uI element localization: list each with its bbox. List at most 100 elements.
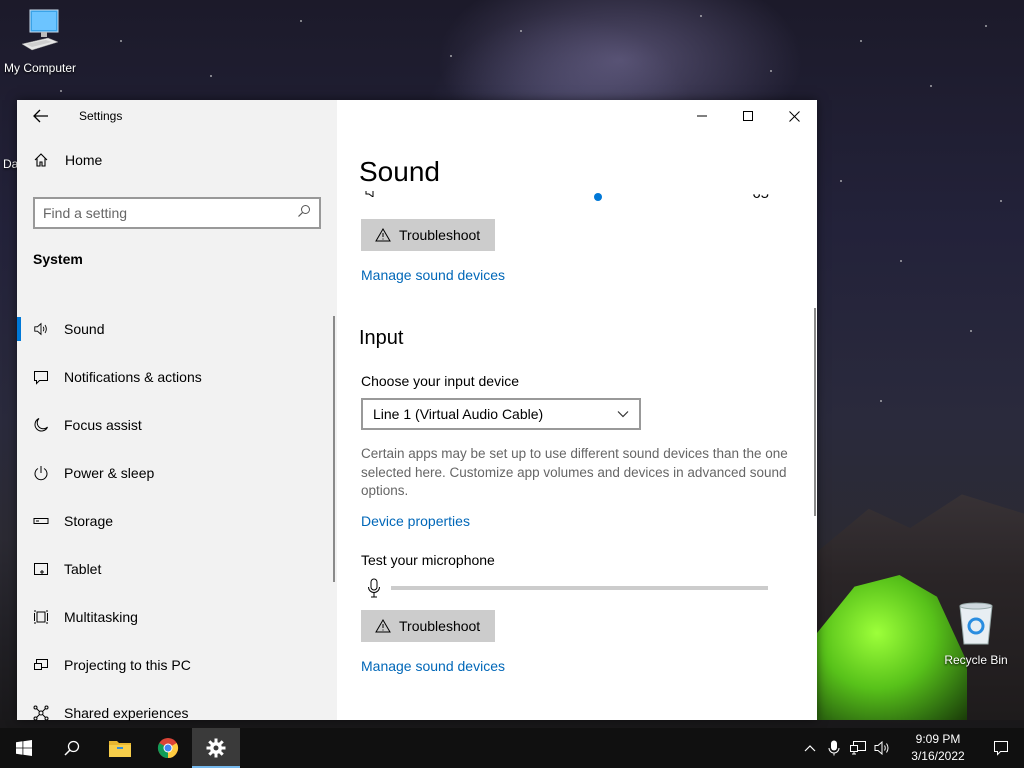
gear-icon [206, 738, 226, 758]
search-icon [64, 740, 80, 756]
sidebar-item-label: Focus assist [64, 417, 142, 433]
maximize-icon [743, 111, 753, 121]
back-arrow-icon [33, 109, 48, 123]
volume-icon [874, 741, 889, 755]
content-scrollbar[interactable] [814, 308, 816, 516]
input-device-value: Line 1 (Virtual Audio Cable) [373, 406, 544, 422]
window-controls [679, 100, 817, 132]
power-icon [33, 465, 49, 481]
input-heading: Input [359, 327, 404, 349]
network-tray-button[interactable] [846, 728, 870, 768]
search-icon[interactable] [297, 204, 311, 223]
search-input[interactable] [43, 205, 297, 221]
projecting-icon [33, 657, 49, 673]
sidebar-item-label: Projecting to this PC [64, 657, 191, 673]
tablet-icon [33, 561, 49, 577]
input-troubleshoot-button[interactable]: Troubleshoot [361, 610, 495, 642]
sidebar-scrollbar[interactable] [333, 316, 335, 582]
chrome-button[interactable] [144, 728, 192, 768]
taskbar-clock[interactable]: 9:09 PM 3/16/2022 [898, 731, 978, 765]
multitasking-icon [33, 609, 49, 625]
chevron-up-icon [804, 745, 816, 752]
minimize-button[interactable] [679, 100, 725, 132]
volume-tray-button[interactable] [870, 728, 894, 768]
clock-date: 3/16/2022 [911, 749, 965, 763]
start-button[interactable] [0, 728, 48, 768]
settings-content: Sound 65 Troubleshoot Manage sound devic… [337, 100, 817, 720]
section-label-system: System [33, 251, 83, 267]
show-hidden-icons-button[interactable] [798, 728, 822, 768]
microphone-tray-button[interactable] [822, 728, 846, 768]
microphone-level-meter [367, 578, 777, 600]
sidebar-item-focus-assist[interactable]: Focus assist [17, 401, 337, 449]
system-tray: 9:09 PM 3/16/2022 [798, 728, 1024, 768]
home-nav-item[interactable]: Home [17, 140, 337, 180]
test-microphone-label: Test your microphone [361, 552, 495, 568]
volume-value: 65 [752, 185, 769, 202]
folder-icon [109, 741, 131, 757]
settings-taskbar-button[interactable] [192, 728, 240, 768]
sidebar-item-multitasking[interactable]: Multitasking [17, 593, 337, 641]
sidebar-item-notifications[interactable]: Notifications & actions [17, 353, 337, 401]
sidebar-nav: Sound Notifications & actions Focus assi… [17, 305, 337, 737]
taskbar: 9:09 PM 3/16/2022 [0, 728, 1024, 768]
sidebar-item-power-sleep[interactable]: Power & sleep [17, 449, 337, 497]
warning-icon [375, 619, 391, 633]
microphone-icon [828, 740, 840, 756]
sidebar-item-label: Tablet [64, 561, 102, 577]
mic-level-track [391, 586, 768, 590]
master-volume-slider-partial[interactable]: 65 [359, 186, 779, 204]
taskbar-search-button[interactable] [48, 728, 96, 768]
chevron-down-icon [617, 411, 629, 418]
message-icon [33, 369, 49, 385]
shared-icon [33, 705, 49, 721]
home-label: Home [65, 152, 103, 168]
sidebar-item-storage[interactable]: Storage [17, 497, 337, 545]
sidebar-item-label: Shared experiences [64, 705, 189, 721]
microphone-icon [367, 578, 381, 603]
warning-icon [375, 228, 391, 242]
notification-icon [994, 741, 1008, 756]
settings-sidebar: Settings Home System Sound [17, 100, 337, 721]
action-center-button[interactable] [978, 728, 1024, 768]
sidebar-item-label: Notifications & actions [64, 369, 202, 385]
clock-time: 9:09 PM [915, 732, 961, 746]
volume-slider-thumb[interactable] [594, 193, 602, 201]
page-title: Sound [359, 156, 440, 187]
file-explorer-button[interactable] [96, 728, 144, 768]
minimize-icon [697, 115, 707, 117]
desktop-icon-label: My Computer [3, 61, 77, 75]
output-troubleshoot-button[interactable]: Troubleshoot [361, 219, 495, 251]
computer-icon [0, 8, 80, 57]
my-computer-desktop-icon[interactable]: My Computer [0, 8, 80, 75]
sidebar-item-sound[interactable]: Sound [17, 305, 337, 353]
network-icon [850, 741, 866, 755]
speaker-icon [33, 321, 49, 337]
chrome-icon [157, 738, 179, 759]
sidebar-item-label: Power & sleep [64, 465, 155, 481]
settings-window: Settings Home System Sound [17, 100, 817, 721]
sidebar-item-label: Multitasking [64, 609, 138, 625]
sidebar-item-label: Storage [64, 513, 114, 529]
output-manage-sound-devices-link[interactable]: Manage sound devices [361, 267, 505, 283]
sidebar-item-projecting[interactable]: Projecting to this PC [17, 641, 337, 689]
device-properties-link[interactable]: Device properties [361, 513, 470, 529]
close-button[interactable] [771, 100, 817, 132]
input-device-dropdown[interactable]: Line 1 (Virtual Audio Cable) [361, 398, 641, 430]
home-icon [33, 152, 49, 168]
maximize-button[interactable] [725, 100, 771, 132]
moon-icon [33, 417, 49, 433]
back-button[interactable] [17, 100, 65, 132]
find-setting-search[interactable] [33, 197, 321, 229]
windows-logo-icon [16, 740, 32, 756]
titlebar: Settings [17, 100, 337, 132]
recycle-bin-desktop-icon[interactable]: Recycle Bin [938, 600, 1014, 667]
input-description: Certain apps may be set up to use differ… [361, 446, 788, 498]
close-icon [788, 110, 800, 122]
sidebar-item-label: Sound [64, 321, 105, 337]
window-title: Settings [79, 109, 123, 123]
input-device-label: Choose your input device [361, 373, 519, 389]
sidebar-item-tablet[interactable]: Tablet [17, 545, 337, 593]
input-manage-sound-devices-link[interactable]: Manage sound devices [361, 658, 505, 674]
desktop-icon-label: Recycle Bin [944, 653, 1008, 667]
